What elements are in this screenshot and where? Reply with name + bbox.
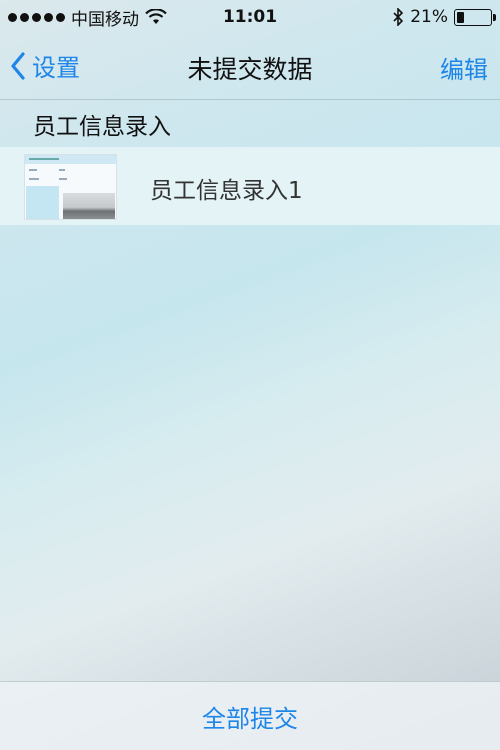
- wifi-icon: [145, 9, 167, 24]
- chevron-left-icon: [11, 51, 25, 80]
- edit-button[interactable]: 编辑: [440, 50, 488, 85]
- section-header: 员工信息录入: [33, 114, 171, 140]
- signal-strength-icon: [8, 12, 65, 22]
- status-right: 21%: [392, 7, 496, 27]
- bottom-toolbar: 全部提交: [0, 681, 500, 750]
- battery-icon: [454, 8, 496, 26]
- list-item[interactable]: 员工信息录入1: [0, 147, 500, 225]
- status-left: 中国移动: [8, 5, 167, 30]
- navigation-bar: 设置 未提交数据 编辑: [0, 34, 500, 100]
- battery-percent: 21%: [410, 7, 448, 27]
- carrier-name: 中国移动: [71, 9, 139, 30]
- list-item-label: 员工信息录入1: [150, 178, 303, 204]
- bluetooth-icon: [393, 8, 404, 26]
- back-button[interactable]: 设置: [10, 48, 80, 83]
- status-bar: 中国移动 11:01 21%: [0, 0, 500, 34]
- battery-fill: [457, 11, 464, 23]
- back-label: 设置: [32, 54, 80, 82]
- submit-all-button[interactable]: 全部提交: [202, 699, 298, 734]
- form-thumbnail: [24, 154, 117, 220]
